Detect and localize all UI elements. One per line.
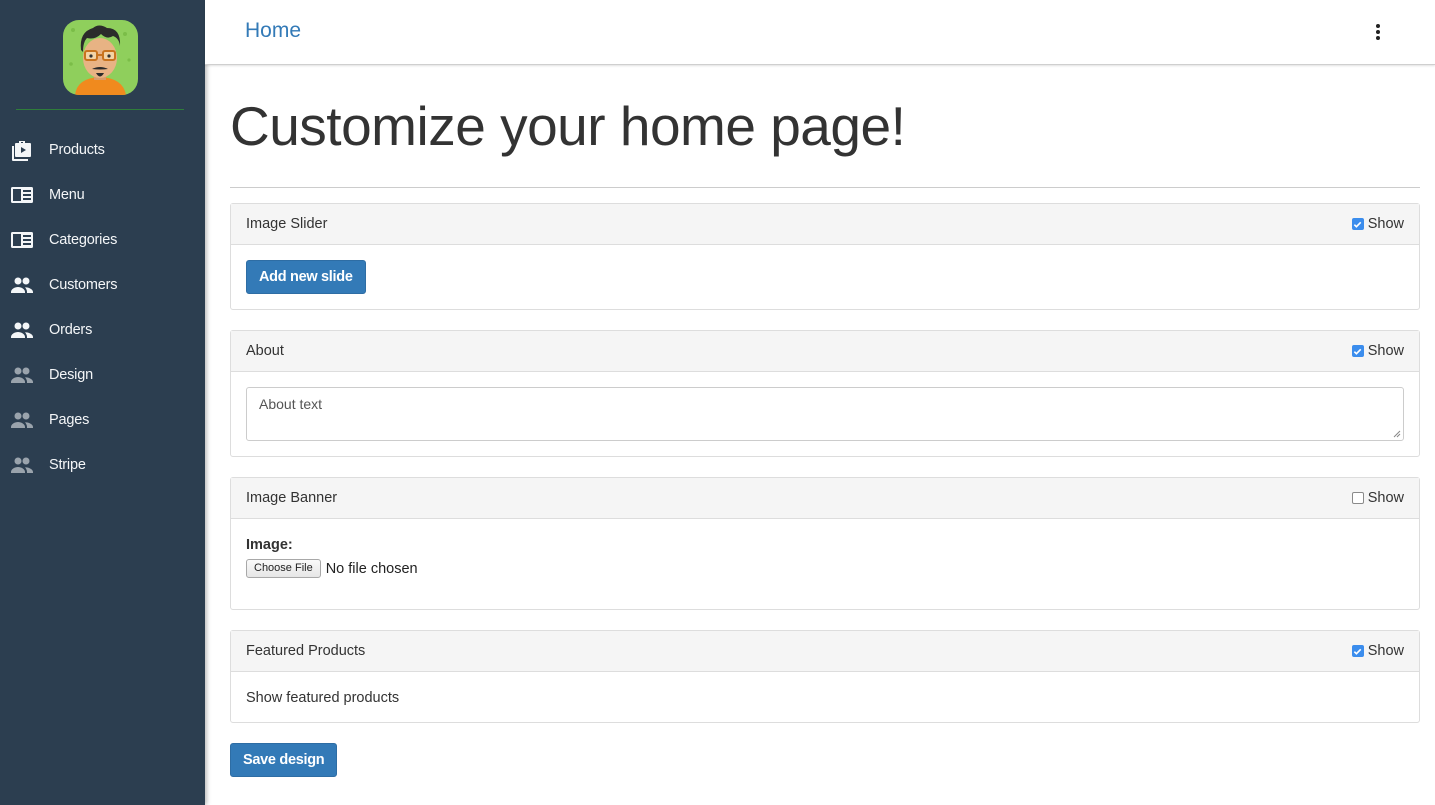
people-icon: [10, 318, 34, 342]
more-vertical-icon[interactable]: [1368, 20, 1388, 44]
about-text-value: About text: [259, 396, 323, 412]
image-banner-show-checkbox[interactable]: Show: [1351, 490, 1404, 506]
panel-heading: Featured Products Show: [231, 631, 1419, 672]
sidebar-item-orders[interactable]: Orders: [0, 307, 205, 352]
about-textarea[interactable]: About text: [246, 387, 1404, 441]
show-label: Show: [1367, 216, 1404, 232]
sidebar-item-label: Products: [49, 141, 105, 158]
show-label: Show: [1367, 490, 1404, 506]
people-icon: [10, 273, 34, 297]
panel-title: About: [246, 343, 284, 359]
people-icon: [10, 453, 34, 477]
sidebar-item-stripe[interactable]: Stripe: [0, 442, 205, 487]
sidebar-item-menu[interactable]: Menu: [0, 172, 205, 217]
top-header: Home: [205, 0, 1435, 65]
checkbox-unchecked-icon[interactable]: [1351, 492, 1364, 504]
image-slider-show-checkbox[interactable]: Show: [1351, 216, 1404, 232]
categories-card-icon: [10, 228, 34, 252]
featured-products-show-checkbox[interactable]: Show: [1351, 643, 1404, 659]
panel-body: Show featured products: [231, 672, 1419, 722]
show-label: Show: [1367, 343, 1404, 359]
show-label: Show: [1367, 643, 1404, 659]
sidebar-item-pages[interactable]: Pages: [0, 397, 205, 442]
file-status: No file chosen: [325, 560, 418, 577]
sidebar-divider: [16, 109, 184, 110]
sidebar-item-label: Design: [49, 366, 93, 383]
menu-card-icon: [10, 183, 34, 207]
sidebar-item-categories[interactable]: Categories: [0, 217, 205, 262]
add-new-slide-button[interactable]: Add new slide: [246, 260, 366, 294]
header-title[interactable]: Home: [245, 19, 301, 43]
people-icon: [10, 408, 34, 432]
panel-title: Featured Products: [246, 643, 366, 659]
panel-body: Add new slide: [231, 245, 1419, 309]
about-show-checkbox[interactable]: Show: [1351, 343, 1404, 359]
page-title: Customize your home page!: [230, 95, 906, 157]
people-icon: [10, 363, 34, 387]
sidebar-item-label: Customers: [49, 276, 118, 293]
briefcase-play-icon: [10, 138, 34, 162]
sidebar-item-label: Categories: [49, 231, 118, 248]
sidebar: Products Menu Categories Customers Order…: [0, 0, 205, 805]
sidebar-item-design[interactable]: Design: [0, 352, 205, 397]
featured-products-panel: Featured Products Show Show featured pro…: [230, 630, 1420, 723]
file-input: Choose File No file chosen: [246, 559, 1404, 578]
checkbox-checked-icon[interactable]: [1351, 645, 1364, 657]
panel-title: Image Slider: [246, 216, 328, 232]
panel-body: Image: Choose File No file chosen: [231, 519, 1419, 593]
checkbox-checked-icon[interactable]: [1351, 345, 1364, 357]
sidebar-item-products[interactable]: Products: [0, 127, 205, 172]
panel-title: Image Banner: [246, 490, 338, 506]
panel-heading: Image Banner Show: [231, 478, 1419, 519]
sidebar-item-label: Pages: [49, 411, 90, 428]
sidebar-item-label: Orders: [49, 321, 93, 338]
sidebar-item-customers[interactable]: Customers: [0, 262, 205, 307]
avatar: [63, 20, 138, 95]
resize-grip-icon[interactable]: [1393, 430, 1401, 438]
about-panel: About Show About text: [230, 330, 1420, 457]
sidebar-item-label: Menu: [49, 186, 85, 203]
featured-products-text: Show featured products: [246, 690, 400, 706]
title-divider: [230, 187, 1420, 188]
image-slider-panel: Image Slider Show Add new slide: [230, 203, 1420, 310]
panel-body: About text: [231, 372, 1419, 456]
sidebar-nav: Products Menu Categories Customers Order…: [0, 127, 205, 487]
sidebar-item-label: Stripe: [49, 456, 86, 473]
choose-file-button[interactable]: Choose File: [246, 559, 321, 578]
panel-heading: Image Slider Show: [231, 204, 1419, 245]
save-design-button[interactable]: Save design: [230, 743, 338, 777]
checkbox-checked-icon[interactable]: [1351, 218, 1364, 230]
image-label: Image:: [246, 537, 293, 553]
panel-heading: About Show: [231, 331, 1419, 372]
image-banner-panel: Image Banner Show Image: Choose File No …: [230, 477, 1420, 610]
